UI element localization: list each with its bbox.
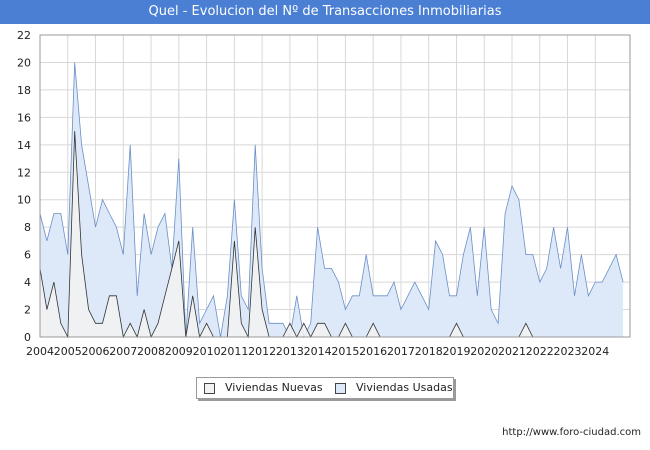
legend-swatch-nuevas <box>204 382 215 394</box>
source-url[interactable]: http://www.foro-ciudad.com <box>502 427 641 438</box>
x-tick-label: 2024 <box>581 345 609 358</box>
x-tick-label: 2007 <box>109 345 137 358</box>
y-tick-label: 8 <box>24 221 31 234</box>
y-tick-label: 10 <box>17 194 31 207</box>
x-tick-label: 2018 <box>415 345 443 358</box>
x-tick-label: 2004 <box>26 345 54 358</box>
y-tick-label: 14 <box>17 139 31 152</box>
x-tick-label: 2008 <box>137 345 165 358</box>
y-tick-label: 18 <box>17 84 31 97</box>
y-tick-label: 16 <box>17 111 31 124</box>
x-tick-label: 2014 <box>304 345 332 358</box>
y-tick-label: 6 <box>24 249 31 262</box>
legend-label-usadas: Viviendas Usadas <box>356 381 453 394</box>
x-tick-label: 2017 <box>387 345 415 358</box>
legend-item-nuevas: Viviendas Nuevas <box>204 378 323 398</box>
y-tick-label: 2 <box>24 304 31 317</box>
legend-label-nuevas: Viviendas Nuevas <box>225 381 323 394</box>
legend-swatch-usadas <box>335 382 346 394</box>
x-tick-label: 2023 <box>554 345 582 358</box>
x-tick-label: 2022 <box>526 345 554 358</box>
legend-item-usadas: Viviendas Usadas <box>335 378 453 398</box>
x-tick-label: 2012 <box>248 345 276 358</box>
y-tick-label: 4 <box>24 276 31 289</box>
x-tick-label: 2013 <box>276 345 304 358</box>
x-tick-label: 2010 <box>193 345 221 358</box>
x-tick-label: 2016 <box>359 345 387 358</box>
x-tick-label: 2020 <box>470 345 498 358</box>
y-tick-label: 0 <box>24 331 31 344</box>
x-tick-label: 2009 <box>165 345 193 358</box>
x-tick-label: 2005 <box>54 345 82 358</box>
x-tick-label: 2021 <box>498 345 526 358</box>
x-tick-label: 2019 <box>442 345 470 358</box>
x-tick-label: 2015 <box>331 345 359 358</box>
y-tick-label: 12 <box>17 166 31 179</box>
legend: Viviendas Nuevas Viviendas Usadas <box>196 377 454 399</box>
x-tick-label: 2006 <box>82 345 110 358</box>
y-tick-label: 20 <box>17 56 31 69</box>
x-tick-label: 2011 <box>220 345 248 358</box>
y-tick-label: 22 <box>17 29 31 42</box>
